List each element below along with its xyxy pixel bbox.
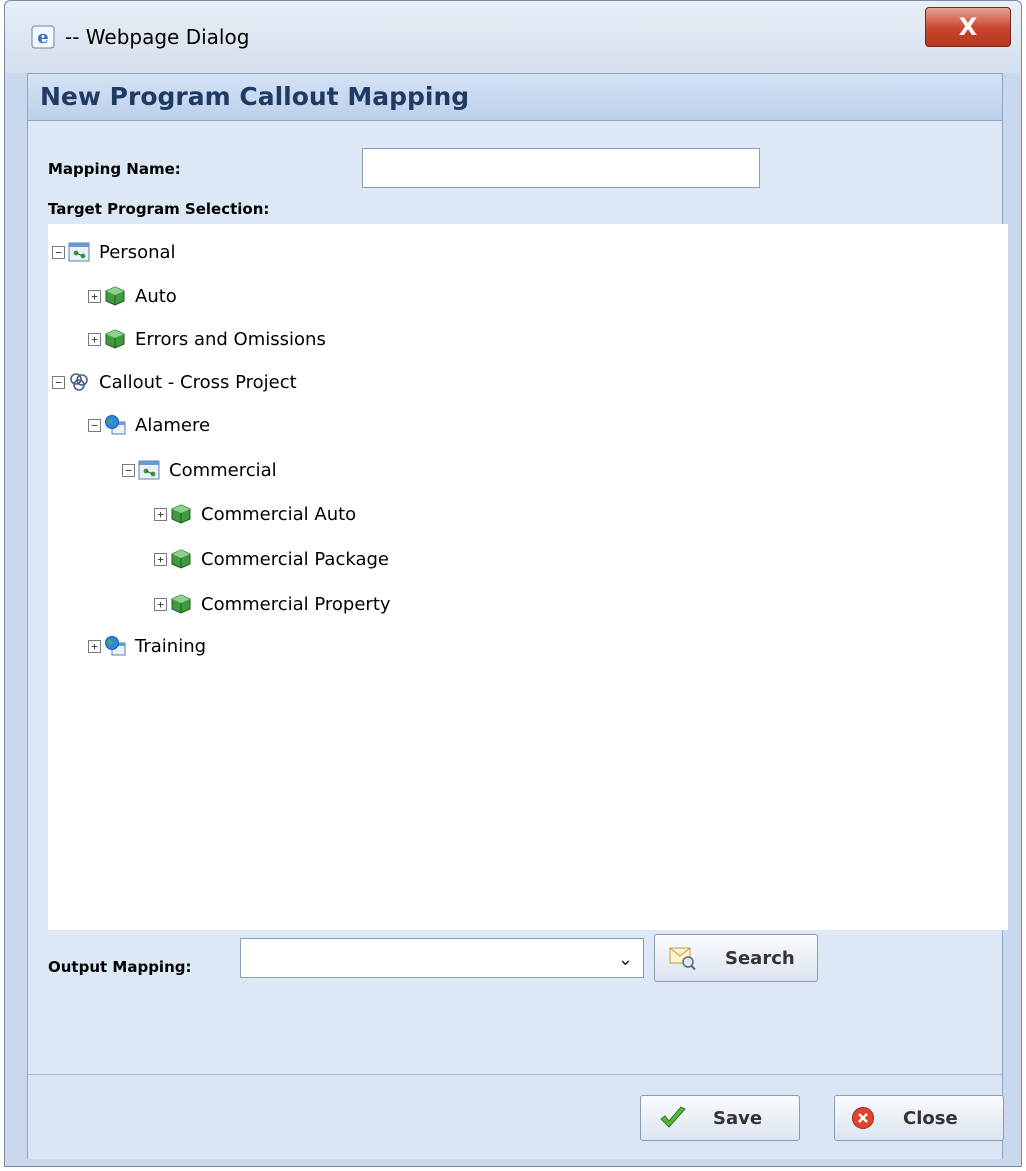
chevron-down-icon[interactable]: ⌄ bbox=[618, 949, 633, 970]
window-title: -- Webpage Dialog bbox=[65, 25, 250, 49]
collapse-toggle-icon[interactable]: − bbox=[52, 245, 65, 259]
tree-node-label: Commercial bbox=[169, 459, 277, 481]
program-group-icon bbox=[138, 460, 160, 480]
collapse-toggle-icon[interactable]: − bbox=[52, 375, 65, 389]
collapse-toggle-icon[interactable]: − bbox=[88, 418, 101, 432]
mapping-name-input[interactable] bbox=[362, 148, 760, 188]
project-globe-icon bbox=[105, 636, 126, 656]
internet-explorer-icon: e bbox=[31, 25, 55, 49]
expand-toggle-icon[interactable]: + bbox=[154, 507, 167, 521]
save-button-label: Save bbox=[713, 1107, 763, 1129]
search-envelope-icon bbox=[669, 947, 696, 971]
tree-node-callout-cross-project[interactable]: − Callout - Cross Project bbox=[52, 367, 297, 397]
target-program-selection-label: Target Program Selection: bbox=[48, 200, 270, 218]
tree-node-auto[interactable]: + Auto bbox=[88, 281, 177, 311]
svg-text:e: e bbox=[37, 27, 48, 48]
expand-toggle-icon[interactable]: + bbox=[88, 289, 101, 303]
project-globe-icon bbox=[105, 415, 126, 435]
tree-node-training[interactable]: + Training bbox=[88, 631, 206, 661]
expand-toggle-icon[interactable]: + bbox=[88, 639, 101, 653]
green-cube-icon bbox=[171, 504, 191, 524]
dialog-window: e -- Webpage Dialog X New Program Callou… bbox=[4, 0, 1022, 1167]
green-cube-icon bbox=[171, 549, 191, 569]
checkmark-icon bbox=[660, 1106, 686, 1128]
tree-node-errors-and-omissions[interactable]: + Errors and Omissions bbox=[88, 324, 326, 354]
expand-toggle-icon[interactable]: + bbox=[154, 597, 167, 611]
dialog-header-title: New Program Callout Mapping bbox=[40, 82, 470, 111]
tree-node-commercial-package[interactable]: + Commercial Package bbox=[154, 544, 389, 574]
green-cube-icon bbox=[105, 286, 125, 306]
tree-node-label: Personal bbox=[99, 241, 176, 263]
window-close-button[interactable]: X bbox=[925, 7, 1011, 47]
tree-node-alamere[interactable]: − Alamere bbox=[88, 410, 210, 440]
save-button[interactable]: Save bbox=[640, 1095, 800, 1141]
dialog-header: New Program Callout Mapping bbox=[28, 74, 1002, 121]
tree-node-commercial-property[interactable]: + Commercial Property bbox=[154, 589, 391, 619]
output-mapping-select[interactable]: ⌄ bbox=[240, 938, 644, 978]
close-button-label: Close bbox=[903, 1107, 958, 1129]
target-program-tree[interactable]: − Personal + Auto + Errors and Omissions… bbox=[48, 224, 1008, 930]
tree-node-label: Callout - Cross Project bbox=[99, 371, 297, 393]
tree-node-label: Errors and Omissions bbox=[135, 328, 326, 350]
tree-node-personal[interactable]: − Personal bbox=[52, 237, 176, 267]
tree-node-label: Alamere bbox=[135, 414, 211, 436]
output-mapping-label: Output Mapping: bbox=[48, 958, 192, 976]
search-button-label: Search bbox=[725, 947, 795, 969]
tree-node-label: Training bbox=[135, 635, 207, 657]
tree-node-label: Commercial Property bbox=[201, 593, 391, 615]
program-group-icon bbox=[68, 242, 90, 262]
tree-node-commercial[interactable]: − Commercial bbox=[122, 455, 277, 485]
close-circle-icon bbox=[852, 1107, 874, 1129]
tree-node-commercial-auto[interactable]: + Commercial Auto bbox=[154, 499, 356, 529]
tree-node-label: Auto bbox=[135, 285, 177, 307]
dialog-footer: Save Close bbox=[28, 1075, 1004, 1159]
tree-node-label: Commercial Auto bbox=[201, 503, 357, 525]
search-button[interactable]: Search bbox=[654, 934, 818, 982]
close-button[interactable]: Close bbox=[834, 1095, 1004, 1141]
title-bar: e -- Webpage Dialog X bbox=[5, 1, 1021, 73]
expand-toggle-icon[interactable]: + bbox=[88, 332, 101, 346]
tree-node-label: Commercial Package bbox=[201, 548, 389, 570]
green-cube-icon bbox=[171, 594, 191, 614]
mapping-name-label: Mapping Name: bbox=[48, 160, 181, 178]
expand-toggle-icon[interactable]: + bbox=[154, 552, 167, 566]
collapse-toggle-icon[interactable]: − bbox=[122, 463, 135, 477]
callout-icon bbox=[70, 373, 88, 391]
green-cube-icon bbox=[105, 329, 125, 349]
dialog-body: New Program Callout Mapping Mapping Name… bbox=[27, 73, 1008, 1159]
